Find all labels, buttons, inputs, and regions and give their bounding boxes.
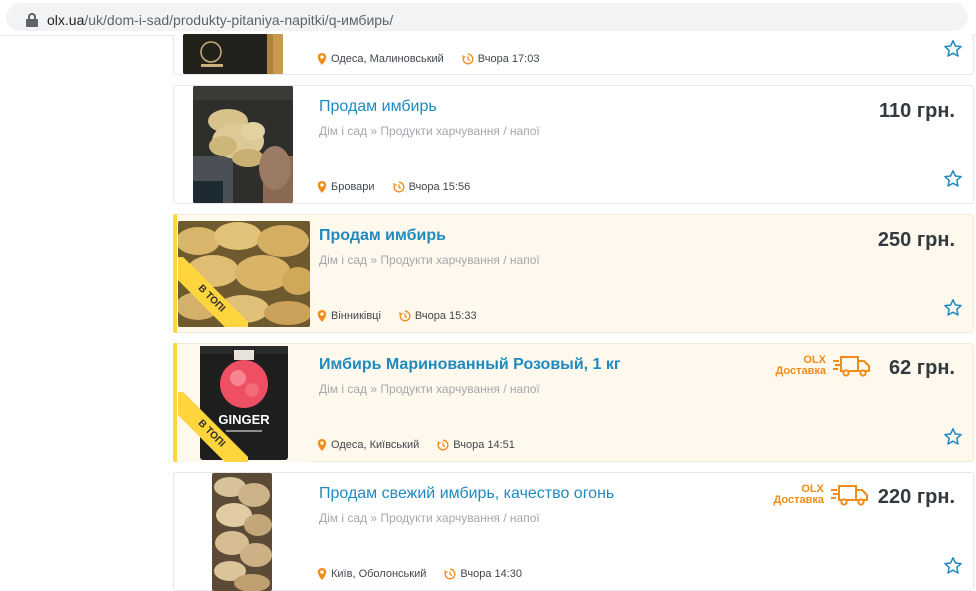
top-badge: В ТОПІ xyxy=(178,392,248,462)
url-text[interactable]: olx.ua/uk/dom-i-sad/produkty-pitaniya-na… xyxy=(47,12,393,28)
promoted-stripe xyxy=(173,343,177,462)
listing-time: Вчора 17:03 xyxy=(477,53,540,65)
lock-icon[interactable] xyxy=(26,13,38,27)
listing-category: Дім і сад » Продукти харчування / напої xyxy=(319,253,540,267)
star-outline-icon[interactable] xyxy=(943,169,963,189)
history-clock-icon xyxy=(437,439,449,451)
url-path: /uk/dom-i-sad/produkty-pitaniya-napitki/… xyxy=(84,12,394,28)
listing-card[interactable]: Продам имбирь Дім і сад » Продукти харчу… xyxy=(173,85,974,204)
listing-meta: Одеса, Малиновський Вчора 17:03 xyxy=(317,53,539,65)
delivery-truck-icon xyxy=(831,485,868,506)
star-outline-icon[interactable] xyxy=(943,427,963,447)
star-outline-icon[interactable] xyxy=(943,39,963,59)
listing-title[interactable]: Продам имбирь xyxy=(319,227,446,245)
listing-title[interactable]: Имбирь Маринованный Розовый, 1 кг xyxy=(319,356,621,374)
listing-category: Дім і сад » Продукти харчування / напої xyxy=(319,382,540,396)
listing-title[interactable]: Продам имбирь xyxy=(319,98,437,116)
listing-price: 110 грн. xyxy=(878,100,955,122)
map-pin-icon xyxy=(317,310,327,322)
listing-location: Вінниківці xyxy=(331,310,381,322)
map-pin-icon xyxy=(317,181,327,193)
listing-price: 62 грн. xyxy=(889,357,955,379)
map-pin-icon xyxy=(317,568,327,580)
history-clock-icon xyxy=(398,310,411,322)
listing-meta: Одеса, Київський Вчора 14:51 xyxy=(317,439,515,451)
delivery-label: Доставка xyxy=(773,494,824,506)
listing-category: Дім і сад » Продукти харчування / напої xyxy=(319,511,540,525)
listing-thumbnail[interactable]: В ТОПІ xyxy=(178,221,310,327)
listing-price: 250 грн. xyxy=(877,229,955,251)
star-outline-icon[interactable] xyxy=(943,556,963,576)
listing-card-promoted[interactable]: GINGER В ТОПІ Имбирь Маринованный Розовы… xyxy=(173,343,974,462)
listing-time: Вчора 15:33 xyxy=(414,310,477,322)
url-host: olx.ua xyxy=(47,12,85,28)
listing-thumbnail[interactable] xyxy=(193,86,293,203)
map-pin-icon xyxy=(317,439,327,451)
listing-card[interactable]: Продам свежий имбирь, качество огонь Дім… xyxy=(173,472,974,591)
listing-price: 220 грн. xyxy=(877,486,955,508)
history-clock-icon xyxy=(444,568,456,580)
listing-thumbnail[interactable] xyxy=(183,34,283,74)
star-outline-icon[interactable] xyxy=(943,298,963,318)
olx-delivery-badge: OLX Доставка xyxy=(773,483,870,507)
listing-meta: Київ, Оболонський Вчора 14:30 xyxy=(317,568,522,580)
olx-delivery-badge: OLX Доставка xyxy=(775,354,872,378)
delivery-truck-icon xyxy=(833,356,870,377)
listing-card-promoted[interactable]: В ТОПІ Продам имбирь Дім і сад » Продукт… xyxy=(173,214,974,333)
listing-location: Бровари xyxy=(331,181,375,193)
listing-category: Дім і сад » Продукти харчування / напої xyxy=(319,124,540,138)
delivery-label: Доставка xyxy=(775,365,826,377)
history-clock-icon xyxy=(461,53,474,65)
url-field[interactable]: olx.ua/uk/dom-i-sad/produkty-pitaniya-na… xyxy=(6,3,968,31)
history-clock-icon xyxy=(392,181,404,193)
listing-meta: Бровари Вчора 15:56 xyxy=(317,181,470,193)
listing-card[interactable]: Одеса, Малиновський Вчора 17:03 xyxy=(173,34,974,75)
promoted-stripe xyxy=(173,214,177,333)
browser-address-bar: olx.ua/uk/dom-i-sad/produkty-pitaniya-na… xyxy=(0,0,976,36)
listing-thumbnail[interactable]: GINGER В ТОПІ xyxy=(178,344,310,462)
map-pin-icon xyxy=(317,53,327,65)
listing-meta: Вінниківці Вчора 15:33 xyxy=(317,310,477,322)
listing-time: Вчора 15:56 xyxy=(408,181,471,193)
listing-location: Київ, Оболонський xyxy=(331,568,427,580)
listing-location: Одеса, Київський xyxy=(331,439,420,451)
listing-location: Одеса, Малиновський xyxy=(331,53,444,65)
listing-time: Вчора 14:30 xyxy=(460,568,523,580)
listing-title[interactable]: Продам свежий имбирь, качество огонь xyxy=(319,485,614,503)
top-badge: В ТОПІ xyxy=(178,257,248,327)
listing-time: Вчора 14:51 xyxy=(453,439,515,451)
left-gutter xyxy=(0,36,173,590)
listing-thumbnail[interactable] xyxy=(212,473,272,591)
